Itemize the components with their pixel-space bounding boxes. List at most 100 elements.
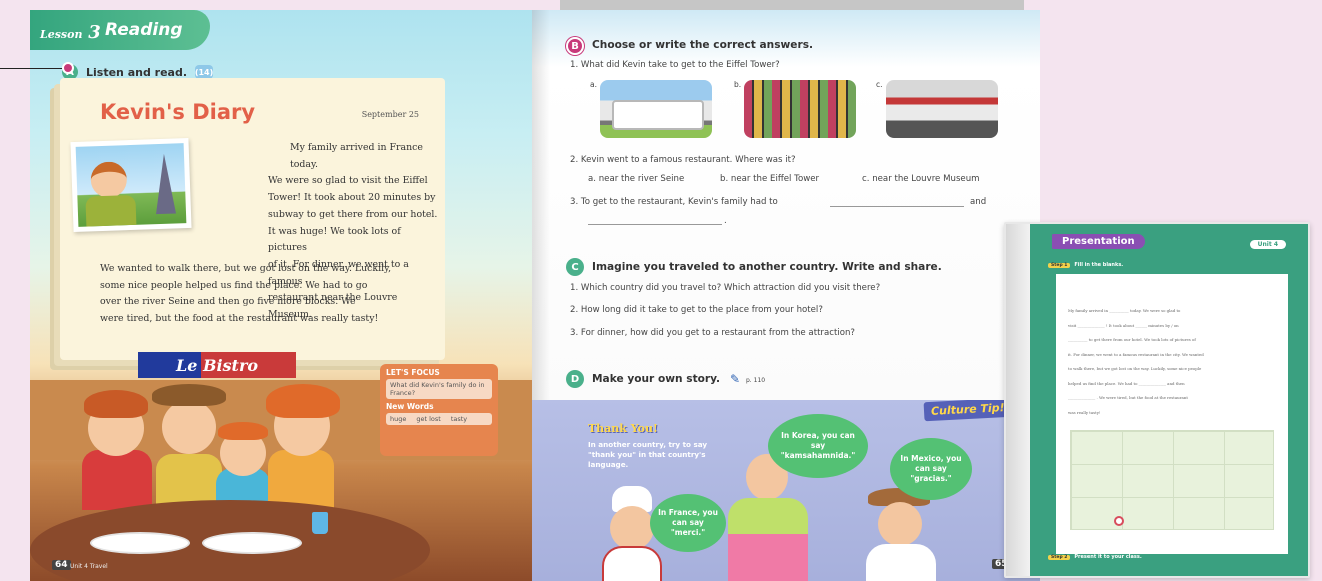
- answer-blank[interactable]: [588, 224, 722, 225]
- new-word: get lost: [416, 415, 441, 423]
- question-3-end: .: [724, 216, 727, 226]
- kid-hair: [152, 384, 226, 406]
- diary-date: September 25: [361, 110, 419, 119]
- section-b-badge: B: [566, 37, 584, 55]
- step-1-text: Fill in the blanks.: [1074, 262, 1124, 268]
- option-c: c.: [876, 80, 883, 89]
- step-2: Step 2 Present it to your class.: [1048, 554, 1142, 560]
- worksheet-spine: [1006, 224, 1030, 576]
- kevin-illustration: [90, 161, 128, 199]
- worksheet-line: visit ______________ ! It took about ___…: [1068, 322, 1179, 328]
- drawing-grid[interactable]: [1070, 430, 1274, 530]
- presentation-title: Presentation: [1052, 234, 1145, 249]
- person-body: [602, 546, 662, 581]
- lesson-banner: Lesson 3 Reading: [30, 10, 210, 50]
- option-a: a.: [590, 80, 597, 89]
- lesson-title: Reading: [105, 20, 183, 40]
- question-2: 2. Kevin went to a famous restaurant. Wh…: [570, 155, 796, 165]
- worksheet-text: My family arrived in __________ today. W…: [1068, 304, 1278, 420]
- worksheet-line: __________ to get there from our hotel. …: [1068, 337, 1196, 342]
- section-c-badge: C: [566, 258, 584, 276]
- audio-track-icon[interactable]: (14): [195, 65, 213, 79]
- worksheet-line: ______________ . We were tired, but the …: [1068, 395, 1188, 400]
- page-footer-left: Unit 4 Travel: [70, 563, 108, 570]
- person-body: [728, 498, 808, 581]
- person-body: [866, 544, 936, 581]
- callout-line: [0, 68, 62, 69]
- focus-title: LET'S FOCUS: [386, 368, 440, 377]
- subway-train-image[interactable]: [886, 80, 998, 138]
- section-b-heading: Choose or write the correct answers.: [592, 39, 814, 51]
- diary-line: over the river Seine and then go five mo…: [100, 296, 356, 308]
- diary-line: subway to get there from our hotel.: [268, 208, 438, 220]
- section-d-pencil-icon[interactable]: ✎: [730, 372, 740, 386]
- worksheet-line: it. For dinner, we went to a famous rest…: [1068, 351, 1204, 357]
- worksheet-sheet: My family arrived in __________ today. W…: [1056, 274, 1288, 554]
- option-2b[interactable]: b. near the Eiffel Tower: [720, 174, 819, 184]
- diary-line: Tower! It took about 20 minutes by: [268, 192, 436, 204]
- diary-line: We were so glad to visit the Eiffel: [268, 175, 428, 187]
- diary-page: Kevin's Diary September 25 My family arr…: [60, 78, 445, 360]
- diary-body-full: We wanted to walk there, but we got lost…: [100, 261, 440, 328]
- bus-image[interactable]: [600, 80, 712, 138]
- unit-badge: Unit 4: [1249, 240, 1286, 249]
- option-2a[interactable]: a. near the river Seine: [588, 174, 684, 184]
- option-2c[interactable]: c. near the Louvre Museum: [862, 174, 980, 184]
- culture-tip-area: Culture Tip! Thank You! In another count…: [532, 400, 1040, 581]
- diary-line: were tired, but the food at the restaura…: [100, 313, 379, 325]
- page-number-left: 64: [52, 560, 71, 570]
- lesson-number: Lesson 3: [40, 22, 101, 43]
- diary-line: We wanted to walk there, but we got lost…: [100, 263, 392, 274]
- worksheet-line: was really tasty!: [1068, 409, 1101, 415]
- culture-body: In another country, try to say "thank yo…: [588, 440, 708, 469]
- step-1: Step 1 Fill in the blanks.: [1048, 262, 1123, 268]
- section-d-ref: p. 110: [746, 377, 766, 384]
- question-1: 1. What did Kevin take to get to the Eif…: [570, 60, 780, 70]
- question-3-and: and: [970, 197, 987, 207]
- diary-title: Kevin's Diary: [100, 100, 256, 124]
- diary-line: It was huge! We took lots of pictures: [268, 225, 401, 254]
- section-d-heading: Make your own story.: [592, 373, 721, 385]
- instruction-text: Listen and read.: [86, 65, 188, 79]
- section-c-heading: Imagine you traveled to another country.…: [592, 261, 942, 273]
- eiffel-tower-icon: [153, 153, 177, 215]
- speech-bubble-france: In France, you can say "merci.": [650, 494, 726, 552]
- section-c-question: 3. For dinner, how did you get to a rest…: [570, 328, 855, 338]
- new-words-title: New Words: [386, 402, 434, 411]
- kid-hair: [84, 390, 148, 418]
- new-words-list: huge get lost tasty: [386, 413, 492, 425]
- plate: [90, 532, 190, 554]
- step-2-text: Present it to your class.: [1074, 554, 1142, 560]
- worksheet-line: to walk there, but we got lost on the wa…: [1068, 366, 1202, 371]
- kid-face: [162, 400, 216, 454]
- plate: [202, 532, 302, 554]
- presentation-worksheet[interactable]: Presentation Unit 4 Step 1 Fill in the b…: [1004, 222, 1310, 578]
- new-word: tasty: [450, 415, 468, 423]
- section-c-question: 1. Which country did you travel to? Whic…: [570, 283, 881, 293]
- section-c-question: 2. How long did it take to get to the pl…: [570, 305, 823, 315]
- culture-title: Thank You!: [588, 422, 658, 435]
- diary-line: My family arrived in France today.: [290, 142, 423, 170]
- callout-dot[interactable]: [1114, 516, 1124, 526]
- speech-bubble-mexico: In Mexico, you can say "gracias.": [890, 438, 972, 500]
- section-d-badge: D: [566, 370, 584, 388]
- kevin-body: [85, 194, 137, 227]
- question-3: 3. To get to the restaurant, Kevin's fam…: [570, 197, 778, 207]
- bicycles-image[interactable]: [744, 80, 856, 138]
- lets-focus-box: LET'S FOCUS What did Kevin's family do i…: [380, 364, 498, 456]
- worksheet-line: helped us find the place. We had to ____…: [1068, 380, 1185, 386]
- option-b: b.: [734, 80, 742, 89]
- culture-tip-badge: Culture Tip!: [923, 400, 1013, 422]
- cup: [312, 512, 328, 534]
- page-top-tab: [560, 0, 1024, 10]
- answer-blank[interactable]: [830, 206, 964, 207]
- step-1-tag: Step 1: [1048, 262, 1071, 268]
- kid-shirt: [82, 450, 152, 510]
- diary-line: some nice people helped us find the plac…: [100, 279, 368, 291]
- callout-dot[interactable]: [62, 62, 74, 74]
- speech-bubble-korea: In Korea, you can say "kamsahamnida.": [768, 414, 868, 478]
- eiffel-tower-photo: [70, 137, 192, 233]
- left-page: Lesson 3 Reading A Listen and read. (14)…: [30, 10, 532, 581]
- person-face: [610, 506, 654, 550]
- kid-hair: [218, 422, 268, 440]
